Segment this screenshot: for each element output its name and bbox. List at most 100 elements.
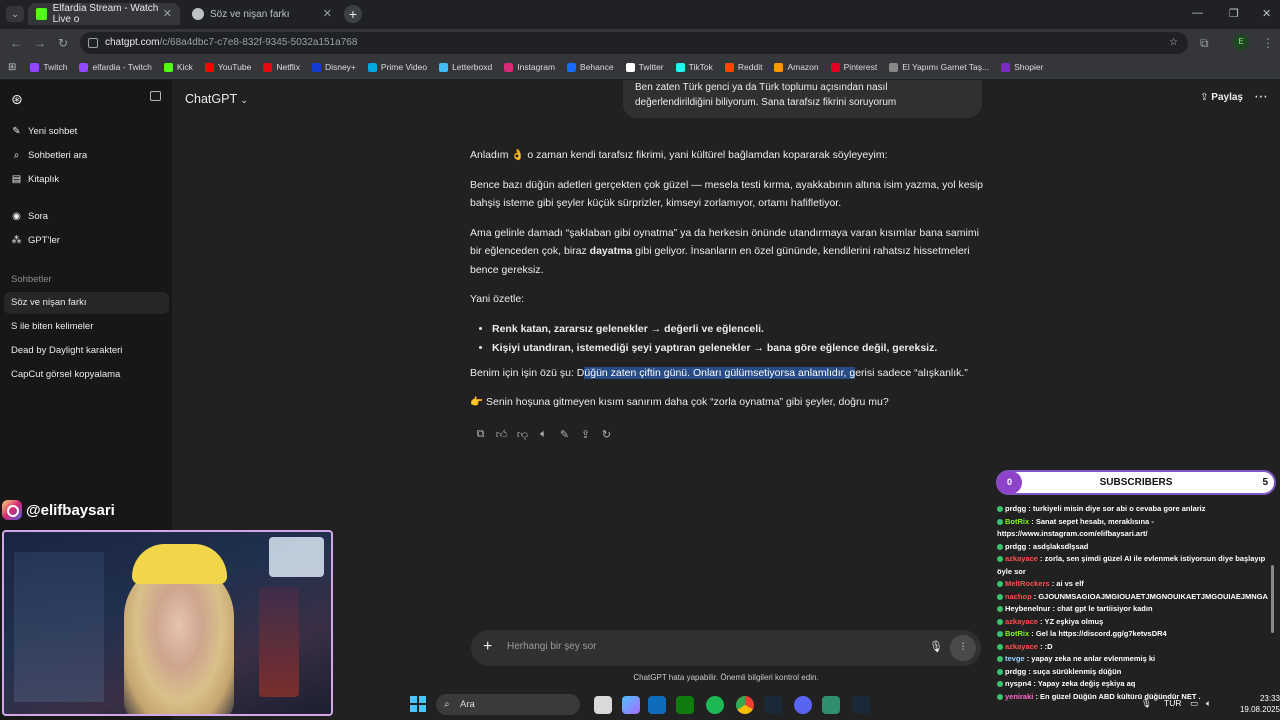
chat-badge-icon — [997, 556, 1003, 563]
chat-username[interactable]: nyspn4 — [1005, 679, 1031, 688]
chat-username[interactable]: azkayace — [1005, 617, 1038, 626]
share-button[interactable]: ⇪ Paylaş — [1200, 92, 1243, 103]
chat-username[interactable]: prdgg — [1005, 542, 1026, 551]
regenerate-icon[interactable]: ↻ — [596, 428, 617, 441]
read-aloud-icon[interactable]: 🔈︎ — [533, 428, 554, 441]
openai-logo-icon[interactable]: ⊛ — [11, 91, 23, 108]
composer-placeholder[interactable]: Herhangi bir şey sor — [507, 641, 596, 652]
webcam-microphone — [259, 587, 299, 697]
bookmark-item[interactable]: Prime Video — [367, 62, 427, 72]
bookmark-item[interactable]: Twitter — [625, 62, 664, 72]
message-actions: ⧉ 👍︎ 👎︎ 🔈︎ ✎ ⇪ ↻ — [470, 428, 617, 441]
browser-menu-icon[interactable]: ⋮ — [1262, 36, 1274, 50]
bookmark-item[interactable]: Kick — [163, 62, 193, 72]
network-icon[interactable]: ▭ — [1190, 698, 1198, 709]
copy-icon[interactable]: ⧉ — [470, 428, 491, 441]
bookmark-item[interactable]: Reddit — [724, 62, 762, 72]
chat-username[interactable]: MeltRockers — [1005, 579, 1050, 588]
close-window-icon[interactable]: ✕ — [1262, 7, 1271, 20]
instagram-handle: @elifbaysari — [2, 500, 115, 520]
chat-username[interactable]: prdgg — [1005, 667, 1026, 676]
chat-username[interactable]: azkayace — [1005, 554, 1038, 563]
close-tab-icon[interactable]: ✕ — [323, 7, 332, 20]
bookmark-item[interactable]: elfardia - Twitch — [79, 62, 152, 72]
bookmark-item[interactable]: Letterboxd — [439, 62, 492, 72]
sidebar-item-gpts[interactable]: ⁂ GPT'ler — [11, 235, 60, 246]
voice-mode-icon[interactable]: ⫶ — [950, 635, 976, 661]
chat-item[interactable]: S ile biten kelimeler — [4, 316, 169, 338]
sidebar-item-sora[interactable]: ◉ Sora — [11, 211, 48, 222]
discord-icon[interactable] — [794, 696, 812, 714]
chat-username[interactable]: nachop — [1005, 592, 1032, 601]
bookmark-item[interactable]: YouTube — [204, 62, 251, 72]
new-tab-button[interactable]: + — [344, 5, 362, 23]
forward-icon[interactable]: → — [34, 36, 46, 50]
language-indicator[interactable]: TUR — [1164, 698, 1181, 708]
sidebar-item-search-chats[interactable]: ⌕ Sohbetleri ara — [11, 150, 87, 161]
maximize-icon[interactable]: ❐ — [1229, 7, 1239, 20]
chat-item[interactable]: Dead by Daylight karakteri — [4, 340, 169, 362]
profile-avatar[interactable]: E — [1233, 34, 1249, 50]
more-options-icon[interactable]: ⋯ — [1254, 88, 1268, 105]
chat-scrollbar[interactable] — [1271, 565, 1274, 633]
tab-elfardia-stream[interactable]: Elfardia Stream - Watch Live o ✕ — [28, 3, 180, 25]
clock[interactable]: 23:33 19.08.2025 — [1222, 693, 1280, 715]
chat-username[interactable]: Heybenelnur — [1005, 604, 1050, 613]
bookmark-item[interactable]: Shopier — [1001, 62, 1043, 72]
tab-chatgpt[interactable]: Söz ve nişan farkı ✕ — [184, 3, 340, 25]
bookmark-item[interactable]: Disney+ — [311, 62, 356, 72]
thumbs-down-icon[interactable]: 👎︎ — [512, 428, 533, 441]
bookmark-favicon-icon — [724, 62, 734, 72]
thumbs-up-icon[interactable]: 👍︎ — [491, 428, 512, 441]
app-icon[interactable] — [822, 696, 840, 714]
chat-item-active[interactable]: Söz ve nişan farkı — [4, 292, 169, 314]
disclaimer: ChatGPT hata yapabilir. Önemli bilgileri… — [633, 673, 819, 682]
taskbar-search[interactable]: ⌕ Ara — [436, 694, 580, 715]
chat-username[interactable]: azkayace — [1005, 642, 1038, 651]
bookmark-item[interactable]: Instagram — [504, 62, 555, 72]
chat-item[interactable]: CapCut görsel kopyalama — [4, 364, 169, 386]
minimize-icon[interactable]: — — [1192, 7, 1203, 19]
edit-canvas-icon[interactable]: ✎ — [554, 428, 575, 441]
tab-search-button[interactable]: ⌄ — [6, 6, 24, 22]
bookmark-star-icon[interactable]: ☆ — [1169, 32, 1178, 54]
xbox-icon[interactable] — [676, 696, 694, 714]
microphone-tray-icon[interactable]: 🎙︎ — [1141, 698, 1152, 709]
bookmark-item[interactable]: Pinterest — [830, 62, 877, 72]
close-tab-icon[interactable]: ✕ — [163, 7, 172, 20]
library-icon: ▤ — [11, 174, 22, 185]
copilot-icon[interactable] — [622, 696, 640, 714]
bookmark-item[interactable]: Behance — [567, 62, 614, 72]
steam-icon[interactable] — [764, 696, 782, 714]
chat-username[interactable]: BotRix — [1005, 629, 1029, 638]
spotify-icon[interactable] — [706, 696, 724, 714]
address-bar[interactable]: chatgpt.com/c/68a4dbc7-c7e8-832f-9345-50… — [80, 32, 1188, 54]
bookmark-item[interactable]: Amazon — [774, 62, 819, 72]
add-attachment-icon[interactable]: + — [483, 638, 492, 656]
chat-username[interactable]: tevge — [1005, 654, 1025, 663]
share-message-icon[interactable]: ⇪ — [575, 428, 596, 441]
microphone-icon[interactable]: 🎙︎ — [929, 640, 943, 653]
bookmark-item[interactable]: El Yapımı Garnet Taş... — [889, 62, 989, 72]
volume-icon[interactable]: 🔈︎ — [1206, 698, 1211, 709]
model-selector[interactable]: ChatGPT ⌄ — [185, 92, 248, 106]
steam-icon-2[interactable] — [852, 696, 870, 714]
bookmark-item[interactable]: Twitch — [30, 62, 67, 72]
outlook-icon[interactable] — [648, 696, 666, 714]
chrome-icon[interactable] — [736, 696, 754, 714]
reload-icon[interactable]: ↻ — [58, 36, 68, 50]
bookmark-item[interactable]: TikTok — [675, 62, 713, 72]
windows-start-icon[interactable] — [410, 696, 426, 712]
apps-grid-icon[interactable]: ⊞ — [8, 62, 16, 73]
sidebar-item-library[interactable]: ▤ Kitaplık — [11, 174, 59, 185]
task-view-icon[interactable] — [594, 696, 612, 714]
extensions-icon[interactable]: ⧉ — [1200, 36, 1209, 51]
message-composer[interactable]: + Herhangi bir şey sor 🎙︎ ⫶ — [471, 630, 981, 666]
chat-username[interactable]: prdgg — [1005, 504, 1026, 513]
site-info-icon[interactable] — [88, 38, 98, 48]
bookmark-item[interactable]: Netflix — [263, 62, 300, 72]
chat-username[interactable]: BotRix — [1005, 517, 1029, 526]
sidebar-item-new-chat[interactable]: ✎ Yeni sohbet — [11, 126, 77, 137]
back-icon[interactable]: ← — [10, 36, 22, 50]
toggle-sidebar-icon[interactable] — [150, 91, 161, 101]
